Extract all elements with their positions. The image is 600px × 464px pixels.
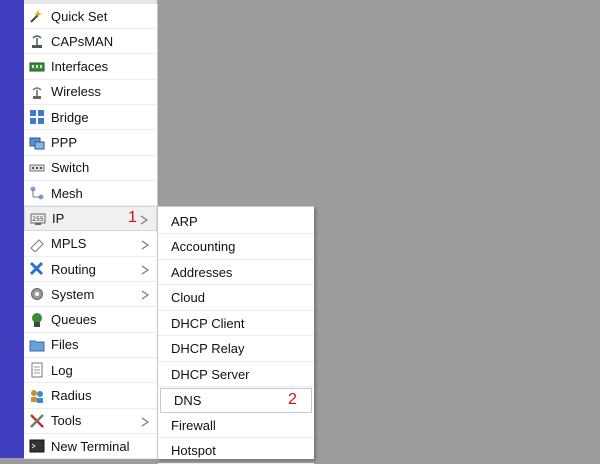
submenu-item-firewall[interactable]: Firewall bbox=[158, 413, 314, 438]
terminal-icon bbox=[28, 438, 46, 454]
submenu-item-label: ARP bbox=[171, 213, 198, 229]
menu-item-interfaces[interactable]: Interfaces bbox=[24, 55, 157, 80]
submenu-arrow-icon bbox=[141, 288, 150, 300]
submenu-item-label: DHCP Server bbox=[171, 366, 250, 382]
ip-submenu: ARP Accounting Addresses Cloud DHCP Client DH… bbox=[157, 206, 314, 464]
main-menu: Quick Set CAPsMAN Interfaces Wireless Bridge… bbox=[24, 4, 158, 460]
menu-item-label: IP bbox=[52, 211, 65, 227]
submenu-item-label: DHCP Relay bbox=[171, 341, 245, 356]
switch-icon bbox=[28, 160, 46, 176]
submenu-item-arp[interactable]: ARP bbox=[158, 209, 314, 234]
menu-item-switch[interactable]: Switch bbox=[24, 156, 157, 181]
menu-item-tools[interactable]: Tools bbox=[24, 409, 157, 434]
submenu-item-label: DNS bbox=[174, 392, 202, 408]
mpls-icon bbox=[28, 236, 46, 252]
submenu-arrow-icon bbox=[140, 213, 149, 225]
menu-item-label: Files bbox=[51, 337, 79, 353]
wireless-icon bbox=[28, 84, 46, 100]
submenu-item-label: Addresses bbox=[171, 264, 233, 280]
sidebar-brand-strip bbox=[0, 0, 24, 458]
menu-item-radius[interactable]: Radius bbox=[24, 384, 157, 409]
menu-item-wireless[interactable]: Wireless bbox=[24, 80, 157, 105]
menu-item-mpls[interactable]: MPLS bbox=[24, 232, 157, 257]
submenu-item-label: Firewall bbox=[171, 417, 216, 433]
menu-item-label: System bbox=[51, 286, 95, 302]
menu-item-new-terminal[interactable]: New Terminal bbox=[24, 434, 157, 460]
menu-item-bridge[interactable]: Bridge bbox=[24, 105, 157, 131]
submenu-item-label: Cloud bbox=[171, 290, 205, 305]
menu-item-label: CAPsMAN bbox=[51, 33, 114, 49]
step-marker-2: 2 bbox=[288, 390, 297, 408]
log-icon bbox=[28, 362, 46, 378]
menu-item-quick-set[interactable]: Quick Set bbox=[24, 4, 157, 29]
menu-item-queues[interactable]: Queues bbox=[24, 308, 157, 333]
submenu-item-addresses[interactable]: Addresses bbox=[158, 260, 314, 285]
menu-item-files[interactable]: Files bbox=[24, 333, 157, 358]
menu-item-label: Switch bbox=[51, 160, 90, 176]
mesh-icon bbox=[28, 185, 46, 201]
ppp-icon bbox=[28, 135, 46, 151]
submenu-item-label: DHCP Client bbox=[171, 315, 245, 331]
tools-icon bbox=[28, 413, 46, 429]
ip-icon: 255 bbox=[29, 211, 47, 227]
menu-item-label: Tools bbox=[51, 413, 82, 429]
menu-item-label: Radius bbox=[51, 388, 92, 403]
menu-item-routing[interactable]: Routing bbox=[24, 257, 157, 282]
menu-item-label: Quick Set bbox=[51, 8, 108, 24]
submenu-arrow-icon bbox=[141, 238, 150, 250]
menu-item-label: Routing bbox=[51, 261, 96, 277]
submenu-item-label: Hotspot bbox=[171, 443, 216, 458]
submenu-arrow-icon bbox=[141, 415, 150, 427]
radius-users-icon bbox=[28, 388, 46, 404]
quick-set-icon bbox=[28, 8, 46, 24]
folder-icon bbox=[28, 337, 46, 353]
submenu-item-cloud[interactable]: Cloud bbox=[158, 286, 314, 311]
submenu-item-accounting[interactable]: Accounting bbox=[158, 235, 314, 260]
bridge-icon bbox=[28, 109, 46, 125]
menu-item-system[interactable]: System bbox=[24, 282, 157, 308]
step-marker-1: 1 bbox=[128, 209, 137, 227]
menu-item-label: Wireless bbox=[51, 84, 101, 100]
menu-item-label: Log bbox=[51, 362, 73, 378]
submenu-item-dhcp-server[interactable]: DHCP Server bbox=[158, 362, 314, 387]
menu-item-label: Interfaces bbox=[51, 59, 109, 75]
menu-item-label: New Terminal bbox=[51, 438, 130, 454]
system-gear-icon bbox=[28, 286, 46, 302]
menu-item-ip[interactable]: 255 IP bbox=[24, 206, 157, 232]
submenu-item-dhcp-relay[interactable]: DHCP Relay bbox=[158, 337, 314, 362]
menu-item-label: MPLS bbox=[51, 236, 87, 252]
menu-item-label: Mesh bbox=[51, 185, 83, 201]
menu-item-capsman[interactable]: CAPsMAN bbox=[24, 29, 157, 55]
svg-text:255: 255 bbox=[32, 216, 44, 223]
menu-item-ppp[interactable]: PPP bbox=[24, 131, 157, 156]
menu-item-mesh[interactable]: Mesh bbox=[24, 181, 157, 207]
interfaces-icon bbox=[28, 59, 46, 75]
menu-item-label: Queues bbox=[51, 312, 97, 328]
menu-item-label: Bridge bbox=[51, 109, 89, 125]
queues-icon bbox=[28, 312, 46, 328]
menu-item-log[interactable]: Log bbox=[24, 358, 157, 384]
submenu-item-hotspot[interactable]: Hotspot bbox=[158, 439, 314, 464]
capsman-icon bbox=[28, 33, 46, 49]
routing-icon bbox=[28, 261, 46, 277]
submenu-item-label: Accounting bbox=[171, 239, 236, 254]
submenu-arrow-icon bbox=[141, 263, 150, 275]
submenu-item-dhcp-client[interactable]: DHCP Client bbox=[158, 311, 314, 336]
menu-item-label: PPP bbox=[51, 135, 78, 150]
